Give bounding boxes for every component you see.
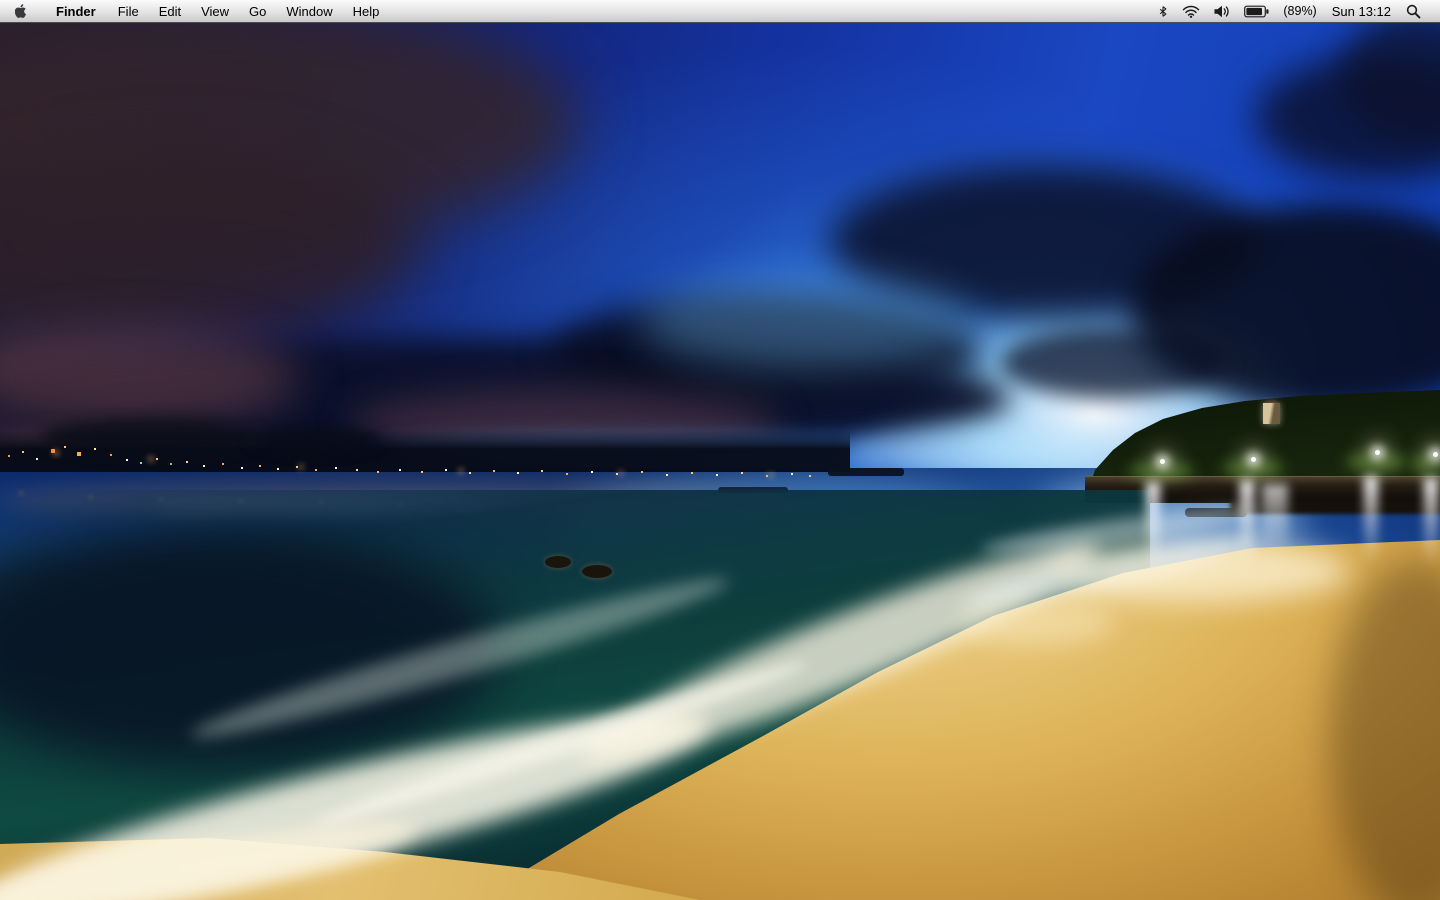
cloud <box>1000 328 1225 398</box>
cloud <box>0 5 580 240</box>
sea-rock <box>545 556 571 568</box>
bluetooth-icon <box>1158 4 1168 19</box>
street-lamp <box>1375 450 1380 455</box>
cloud <box>1340 10 1440 140</box>
battery-percent[interactable]: (89%) <box>1276 0 1323 22</box>
menu-finder[interactable]: Finder <box>44 0 108 22</box>
spotlight-menu[interactable] <box>1399 0 1428 22</box>
apple-menu[interactable] <box>0 0 44 22</box>
street-lamp <box>1251 457 1256 462</box>
street-lamp <box>1433 452 1438 457</box>
lit-trees <box>1128 462 1194 480</box>
menu-window[interactable]: Window <box>276 0 342 22</box>
lit-trees <box>1412 455 1440 473</box>
lamp-water-reflection <box>1364 476 1378 564</box>
volume-menu[interactable] <box>1207 0 1237 22</box>
dark-water <box>0 530 500 770</box>
wet-sand-glow <box>955 598 1115 646</box>
cloud-wisp <box>640 275 970 370</box>
menu-bar-status: (89%) Sun 13:12 <box>1151 0 1440 22</box>
hill-silhouette <box>250 425 380 453</box>
cloud <box>0 150 420 335</box>
wifi-icon <box>1182 5 1200 18</box>
menu-edit[interactable]: Edit <box>149 0 191 22</box>
street-lamp <box>1160 459 1165 464</box>
desktop-screen: Finder File Edit View Go Window Help (89… <box>0 0 1440 900</box>
menu-view[interactable]: View <box>191 0 239 22</box>
menu-bar-left: Finder File Edit View Go Window Help <box>0 0 389 22</box>
wifi-menu[interactable] <box>1175 0 1207 22</box>
wet-sand-glow <box>1050 540 1350 602</box>
cloud <box>1255 55 1440 180</box>
battery-menu[interactable] <box>1237 0 1276 22</box>
battery-icon <box>1244 5 1269 18</box>
menu-bar: Finder File Edit View Go Window Help (89… <box>0 0 1440 23</box>
spotlight-icon <box>1406 4 1421 19</box>
hill-silhouette <box>40 418 260 454</box>
dock: 2 ♫ <box>0 810 1440 900</box>
menu-go[interactable]: Go <box>239 0 276 22</box>
breakwater <box>718 487 788 493</box>
breakwater <box>828 468 904 476</box>
bluetooth-menu[interactable] <box>1151 0 1175 22</box>
city-lights-reflection <box>0 478 780 524</box>
cloud <box>550 295 980 407</box>
cloud <box>830 165 1260 320</box>
cloud <box>1130 205 1440 410</box>
apple-logo-icon <box>15 3 28 19</box>
menu-bar-clock[interactable]: Sun 13:12 <box>1324 0 1399 22</box>
cloud <box>0 328 300 428</box>
lit-trees <box>1345 453 1407 471</box>
chapel <box>1263 403 1280 424</box>
menu-help[interactable]: Help <box>343 0 390 22</box>
lamp-water-reflection <box>1424 478 1438 566</box>
menu-file[interactable]: File <box>108 0 149 22</box>
sea-rock <box>582 565 612 578</box>
volume-icon <box>1214 5 1230 18</box>
desktop-wallpaper[interactable] <box>0 0 1440 900</box>
